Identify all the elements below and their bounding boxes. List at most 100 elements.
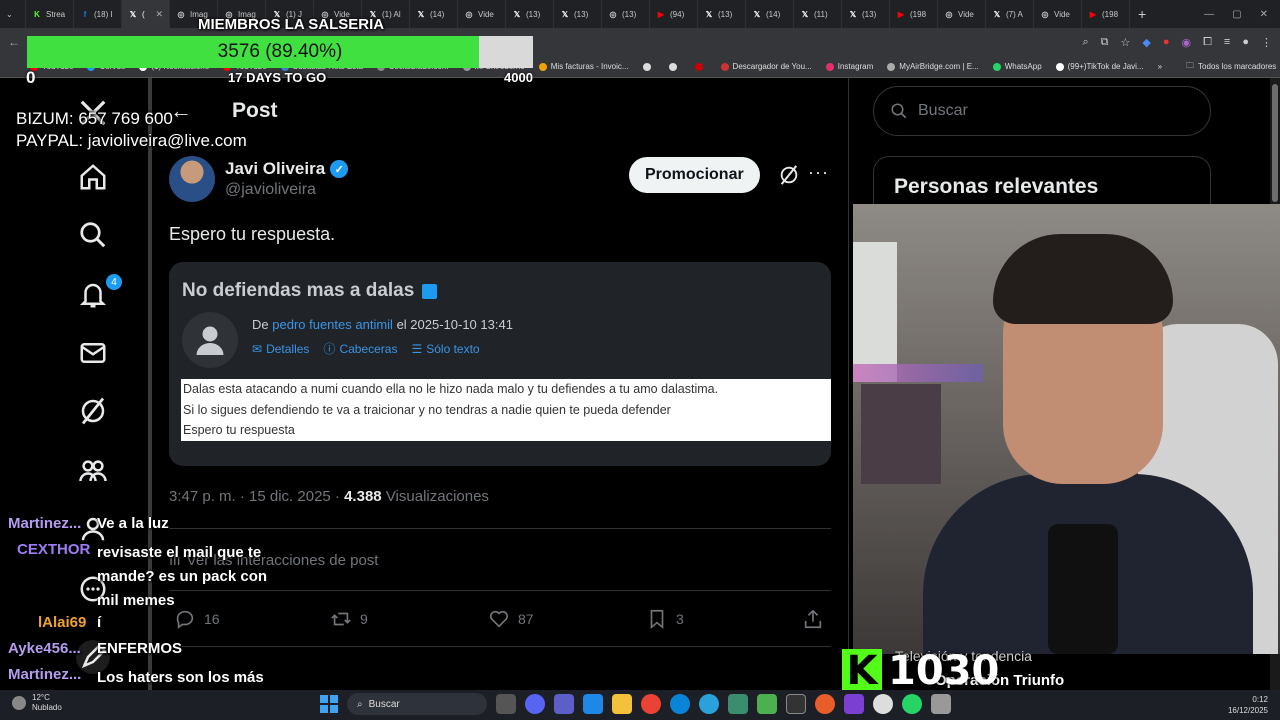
x-icon: 𝕏 (801, 9, 809, 19)
bookmark-button[interactable]: 3 (646, 608, 684, 630)
bookmark-item[interactable] (668, 62, 681, 71)
browser-tab[interactable]: ◎ (13) (602, 0, 650, 28)
bookmark-item[interactable] (694, 62, 707, 71)
app-icon[interactable] (931, 694, 951, 714)
author-handle[interactable]: @javioliveira (225, 181, 348, 199)
close-tab-icon[interactable]: ✕ (155, 9, 163, 20)
author-name[interactable]: Javi Oliveira (225, 159, 325, 179)
bookmark-item[interactable]: Instagram (825, 62, 873, 71)
email-subject: No defiendas mas a dalas (182, 280, 438, 302)
back-icon[interactable]: ← (8, 35, 20, 49)
chat-text: revisaste el mail que te mande? es un pa… (97, 544, 268, 609)
bookmark-icon (650, 609, 664, 630)
teams-icon[interactable] (554, 694, 574, 714)
bookmark-item[interactable]: MyAirBridge.com | E... (887, 62, 979, 71)
search-placeholder: Buscar (918, 102, 968, 119)
browser-tab[interactable]: 𝕏 (14) (746, 0, 794, 28)
plain-text-link: ☰ Sólo texto (411, 340, 479, 357)
home-icon[interactable] (76, 160, 110, 194)
browser-tab[interactable]: ▶ (198 (1082, 0, 1130, 28)
close-window-icon[interactable]: ✕ (1260, 9, 1268, 20)
repost-button[interactable]: 9 (330, 608, 368, 630)
email-subject-text: No defiendas mas a dalas (182, 280, 415, 301)
share-button[interactable] (802, 608, 824, 630)
extension-icon[interactable]: ● (1163, 36, 1170, 48)
browser-tab[interactable]: ▶ (94) (650, 0, 698, 28)
zoom-icon[interactable]: ⌕ (1082, 36, 1088, 49)
new-tab-button[interactable]: + (1130, 6, 1154, 22)
email-screenshot[interactable]: No defiendas mas a dalas De pedro fuente… (169, 262, 831, 466)
whatsapp-icon[interactable] (902, 694, 922, 714)
minimize-icon[interactable]: — (1204, 9, 1214, 20)
task-view-icon[interactable] (496, 694, 516, 714)
more-options-icon[interactable]: ··· (808, 162, 829, 183)
search-input[interactable]: Buscar (873, 86, 1211, 136)
bookmark-item[interactable]: Descargador de You... (720, 62, 812, 71)
promote-button[interactable]: Promocionar (629, 157, 760, 193)
system-clock[interactable]: 0:12 16/12/2025 (1228, 694, 1268, 716)
windows-start-icon[interactable] (320, 695, 338, 713)
chrome-icon[interactable] (641, 694, 661, 714)
tab-label: (94) (670, 9, 685, 19)
browser-menu-icon[interactable]: ⋮ (1261, 36, 1272, 49)
browser-tab[interactable]: 𝕏 (13) (698, 0, 746, 28)
browser-tab[interactable]: 𝕏 (11) (794, 0, 842, 28)
browser-tab[interactable]: ◎ Vide (1034, 0, 1082, 28)
app-icon[interactable] (728, 694, 748, 714)
browser-tab[interactable]: 𝕏 (13) (554, 0, 602, 28)
scrollbar-thumb[interactable] (1272, 84, 1278, 202)
outlook-icon[interactable] (583, 694, 603, 714)
profile-avatar-icon[interactable]: ● (1242, 36, 1249, 48)
star-icon[interactable]: ☆ (1121, 36, 1131, 49)
timestamp-text[interactable]: 3:47 p. m. · 15 dic. 2025 · (169, 488, 344, 505)
browser-tab[interactable]: 𝕏 (14) (410, 0, 458, 28)
discord-icon[interactable] (525, 694, 545, 714)
maximize-icon[interactable]: ▢ (1232, 9, 1241, 20)
browser-tab[interactable]: 𝕏 (7) A (986, 0, 1034, 28)
notifications-icon[interactable]: 4 (76, 274, 122, 312)
extension-icon[interactable]: ◉ (1182, 36, 1192, 49)
communities-icon[interactable] (76, 454, 110, 488)
bookmark-item[interactable]: WhatsApp (992, 62, 1042, 71)
telegram-icon[interactable] (699, 694, 719, 714)
browser-tab[interactable]: 𝕏 (13) (842, 0, 890, 28)
browser-tab[interactable]: ▶ (198 (890, 0, 938, 28)
like-button[interactable]: 87 (488, 608, 534, 630)
weather-widget[interactable]: 12°C Nublado (12, 693, 62, 713)
browser-tab[interactable]: 𝕏 (✕ (122, 0, 170, 28)
bookmarks-more-icon[interactable]: » (1158, 62, 1162, 71)
bookmark-item[interactable] (642, 62, 655, 71)
author-name-row[interactable]: Javi Oliveira ✓ (225, 159, 349, 179)
obs-icon[interactable] (786, 694, 806, 714)
search-icon[interactable] (76, 218, 110, 252)
browser-tab[interactable]: 𝕏 (13) (506, 0, 554, 28)
bookmarks-overflow[interactable]: » 🗀 Todos los marcadores (1158, 60, 1280, 74)
grok-icon[interactable] (778, 164, 800, 186)
bookmark-item[interactable]: Mis facturas - Invoic... (538, 62, 629, 71)
browser-tab[interactable]: ◎ Vide (938, 0, 986, 28)
app-icon[interactable] (873, 694, 893, 714)
extensions-puzzle-icon[interactable]: ⧠ (1203, 36, 1212, 49)
extension-icon[interactable]: ◆ (1142, 36, 1150, 49)
taskbar-search-label: Buscar (368, 698, 400, 710)
browser-tab[interactable]: K Strea (26, 0, 74, 28)
cast-icon[interactable]: ⧉ (1101, 36, 1109, 49)
tab-search-icon[interactable]: ≡ (1224, 36, 1230, 48)
taskbar-search[interactable]: ⌕ Buscar (347, 693, 487, 715)
file-explorer-icon[interactable] (612, 694, 632, 714)
app-icon[interactable] (844, 694, 864, 714)
tab-search-menu[interactable]: ⌄ (0, 0, 26, 28)
app-icon[interactable] (815, 694, 835, 714)
messages-icon[interactable] (76, 336, 110, 370)
chat-message: CEXTHOR (17, 541, 90, 558)
tab-label: (198 (1102, 9, 1119, 19)
bookmark-item[interactable]: (99+)TikTok de Javi... (1055, 62, 1144, 71)
avatar[interactable] (169, 156, 215, 202)
browser-tab[interactable]: ◎ Vide (458, 0, 506, 28)
grok-icon[interactable] (76, 394, 110, 428)
goal-title: MIEMBROS LA SALSERIA (198, 16, 385, 33)
all-bookmarks-label[interactable]: Todos los marcadores (1198, 62, 1276, 71)
browser-tab[interactable]: f (18) I (74, 0, 122, 28)
edge-icon[interactable] (670, 694, 690, 714)
app-icon[interactable] (757, 694, 777, 714)
